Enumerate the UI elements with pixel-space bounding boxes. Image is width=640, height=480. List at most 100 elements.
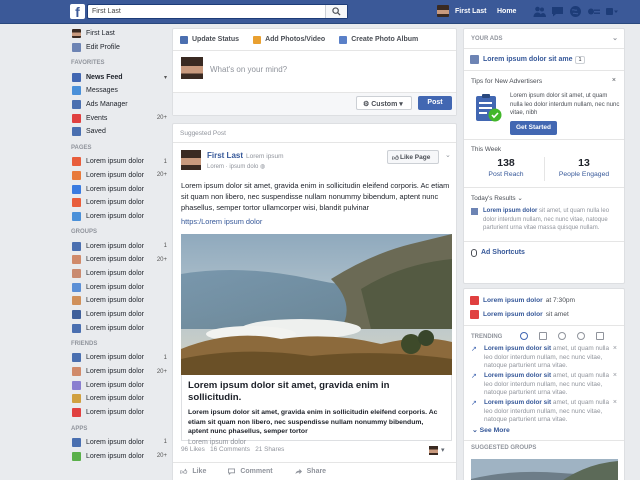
facebook-logo-icon[interactable]: f: [70, 4, 85, 20]
sidebar-item-friend-list[interactable]: Lorem ipsum dolor: [64, 392, 169, 406]
author-suffix: Lorem ipsum: [246, 153, 284, 160]
like-button[interactable]: 👍︎ Like: [180, 467, 206, 476]
tab-trending-sports[interactable]: [577, 332, 585, 340]
avatar: [429, 446, 438, 455]
sidebar-item-friend-list[interactable]: Lorem ipsum dolor: [64, 406, 169, 420]
sidebar-item-events[interactable]: Events 20+: [64, 111, 169, 125]
sidebar-item-friend-list[interactable]: Lorem ipsum dolor 20+: [64, 365, 169, 379]
sidebar-item-page[interactable]: Lorem ipsum dolor: [64, 196, 169, 210]
avatar[interactable]: [181, 150, 201, 170]
tips-description: Lorem ipsum dolor sit amet, ut quam null…: [510, 93, 620, 116]
event-item[interactable]: Lorem ipsum dolor at 7:30pm: [464, 293, 624, 307]
sidebar-item-group[interactable]: Lorem ipsum dolor: [64, 308, 169, 322]
chevron-down-icon[interactable]: ⌄: [517, 195, 522, 202]
trend-item[interactable]: ↗ Lorem ipsum dolor sit amet, ut quam nul…: [464, 399, 624, 426]
sidebar-item-news-feed[interactable]: News Feed ▾: [64, 70, 169, 84]
friend-requests-icon[interactable]: [533, 5, 546, 18]
pages-heading[interactable]: PAGES: [64, 142, 169, 155]
messages-icon[interactable]: [551, 5, 564, 18]
apps-heading[interactable]: APPS: [64, 423, 169, 436]
share-button[interactable]: Share: [295, 468, 326, 475]
tab-create-album[interactable]: Create Photo Album: [339, 35, 418, 44]
people-engaged-stat[interactable]: 13 People Engaged: [549, 157, 619, 178]
home-link[interactable]: Home: [497, 8, 516, 15]
close-icon[interactable]: ×: [613, 372, 617, 381]
close-icon[interactable]: ×: [613, 345, 617, 354]
sidebar-item-page-label: Lorem ipsum dolor: [86, 171, 144, 179]
post-options-chevron-icon[interactable]: ⌄: [445, 151, 451, 159]
result-item[interactable]: Lorem ipsum dolor sit amet, ut quam null…: [471, 207, 621, 233]
friends-heading[interactable]: FRIENDS: [64, 338, 169, 351]
tab-trending-top[interactable]: [520, 332, 528, 340]
sidebar-item-messages[interactable]: Messages: [64, 84, 169, 98]
ad-item[interactable]: Lorem ipsum dolor sit ame 1: [464, 49, 624, 71]
sidebar-item-group[interactable]: Lorem ipsum dolor: [64, 267, 169, 281]
messages-icon: [72, 86, 81, 96]
tab-trending-entertainment[interactable]: [596, 332, 604, 340]
sidebar-item-friend-list-label: Lorem ipsum dolor: [86, 368, 144, 376]
privacy-shortcuts-icon[interactable]: [587, 5, 600, 18]
tab-update-status[interactable]: Update Status: [180, 35, 239, 44]
profile-link[interactable]: First Last: [437, 5, 487, 17]
sidebar-item-group[interactable]: Lorem ipsum dolor 20+: [64, 253, 169, 267]
ad-shortcuts-link[interactable]: Ad Shortcuts: [464, 242, 624, 262]
status-input[interactable]: What's on your mind?: [210, 65, 287, 74]
like-page-button[interactable]: 👍︎ Like Page: [387, 150, 439, 164]
audience-selector[interactable]: ⚙ Custom ▾: [356, 96, 412, 110]
sidebar-item-page[interactable]: Lorem ipsum dolor 1: [64, 155, 169, 169]
author-name[interactable]: First Last: [207, 151, 243, 160]
sidebar-item-group[interactable]: Lorem ipsum dolor: [64, 280, 169, 294]
post-header: First Last Lorem ipsum Lorem · ipsum dolo…: [173, 143, 456, 173]
sidebar-item-page[interactable]: Lorem ipsum dolor: [64, 210, 169, 224]
search-button[interactable]: [325, 5, 347, 18]
event-item[interactable]: Lorem ipsum dolor sit amet: [464, 307, 624, 321]
trend-item[interactable]: ↗ Lorem ipsum dolor sit amet, ut quam nul…: [464, 372, 624, 399]
settings-icon[interactable]: [605, 5, 618, 18]
link-preview[interactable]: Lorem ipsum dolor sit amet, gravida enim…: [181, 375, 452, 446]
sidebar-item-group[interactable]: Lorem ipsum dolor 1: [64, 239, 169, 253]
sidebar-item-friend-list-label: Lorem ipsum dolor: [86, 381, 144, 389]
comment-button[interactable]: Comment: [228, 468, 273, 475]
favorites-heading[interactable]: FAVORITES: [64, 57, 169, 70]
sidebar-item-friend-list[interactable]: Lorem ipsum dolor 1: [64, 351, 169, 365]
post-reach-stat[interactable]: 138 Post Reach: [471, 157, 541, 178]
trend-item[interactable]: ↗ Lorem ipsum dolor sit amet, ut quam nul…: [464, 345, 624, 372]
sidebar-item-page[interactable]: Lorem ipsum dolor: [64, 182, 169, 196]
suggested-group-image[interactable]: [471, 459, 618, 480]
sidebar-item-group[interactable]: Lorem ipsum dolor: [64, 294, 169, 308]
tab-add-photos[interactable]: Add Photos/Video: [253, 35, 325, 44]
close-icon[interactable]: ×: [613, 399, 617, 408]
post-stats[interactable]: 96 Likes 16 Comments 21 Shares ▾: [181, 446, 452, 460]
sidebar-item-news-feed-label: News Feed: [86, 73, 123, 81]
post-image[interactable]: [181, 234, 452, 375]
sidebar-item-friend-list[interactable]: Lorem ipsum dolor: [64, 378, 169, 392]
friend-list-icon: [72, 353, 81, 363]
get-started-button[interactable]: Get Started: [510, 121, 557, 135]
sidebar-item-app[interactable]: Lorem ipsum dolor 1: [64, 436, 169, 450]
sidebar-item-profile[interactable]: First Last: [64, 27, 169, 41]
post-link[interactable]: https:/Lorem ipsum dolor: [181, 217, 262, 226]
avatar: [72, 29, 81, 39]
search-input[interactable]: First Last: [87, 4, 348, 19]
sidebar-item-app-count: 1: [163, 439, 167, 446]
notifications-icon[interactable]: [569, 5, 582, 18]
see-more-link[interactable]: ⌄ See More: [464, 426, 624, 440]
sidebar-item-ads-manager[interactable]: Ads Manager: [64, 98, 169, 112]
sidebar-item-page[interactable]: Lorem ipsum dolor 20+: [64, 169, 169, 183]
sidebar-item-edit-profile[interactable]: Edit Profile: [64, 41, 169, 55]
post-subline: Lorem · ipsum dolo ◍: [207, 164, 266, 170]
chevron-down-icon: ▾: [163, 74, 167, 81]
tab-trending-science[interactable]: [558, 332, 566, 340]
comment-icon: [228, 468, 236, 475]
composer-body[interactable]: What's on your mind?: [173, 51, 456, 93]
sidebar-item-app[interactable]: Lorem ipsum dolor 20+: [64, 449, 169, 463]
chevron-down-icon[interactable]: ▾: [441, 446, 445, 454]
post-button[interactable]: Post: [418, 96, 452, 110]
groups-heading[interactable]: GROUPS: [64, 226, 169, 239]
sidebar-item-group[interactable]: Lorem ipsum dolor: [64, 321, 169, 335]
sidebar-item-saved[interactable]: Saved: [64, 125, 169, 139]
composer-card: Update Status Add Photos/Video Create Ph…: [172, 28, 457, 116]
tab-trending-politics[interactable]: [539, 332, 547, 340]
chevron-down-icon[interactable]: ⌄: [612, 34, 618, 42]
close-icon[interactable]: ×: [612, 77, 616, 84]
